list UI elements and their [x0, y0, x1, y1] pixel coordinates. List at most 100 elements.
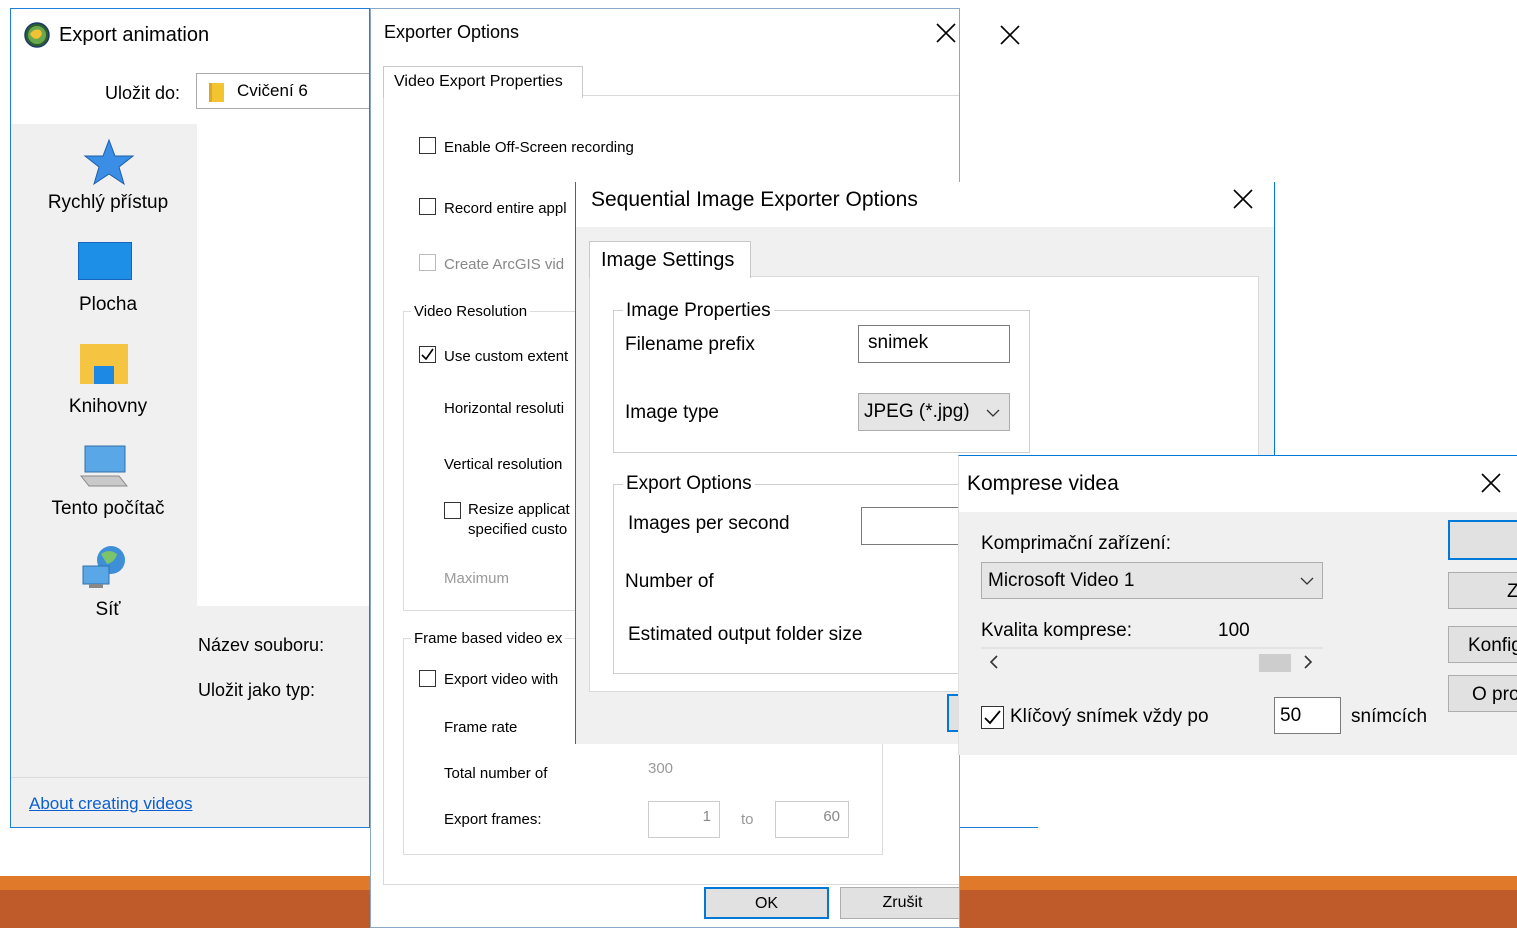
- maximum-label: Maximum: [444, 570, 510, 587]
- enable-offscreen-label: Enable Off-Screen recording: [444, 139, 634, 156]
- tab-label: Video Export Properties: [394, 73, 563, 90]
- use-custom-extent-label: Use custom extent: [444, 348, 569, 365]
- close-icon[interactable]: [1480, 472, 1502, 494]
- keyframe-checkbox[interactable]: [981, 706, 1004, 729]
- export-video-with-checkbox[interactable]: [419, 670, 436, 687]
- configure-label: Konfig: [1468, 635, 1517, 656]
- places-sidebar: Rychlý přístup Plocha Knihovny Tento poč…: [23, 124, 195, 757]
- create-arcgis-checkbox[interactable]: [419, 254, 436, 271]
- slider-thumb[interactable]: [1259, 654, 1291, 672]
- arcgis-globe-icon: [24, 22, 50, 48]
- number-of-label: Number of: [625, 571, 714, 592]
- prefix-value: snimek: [868, 332, 929, 353]
- keyframe-unit: snímcích: [1351, 706, 1428, 727]
- dialog-title: Komprese videa: [967, 472, 1119, 495]
- export-from-field[interactable]: 1: [648, 801, 720, 838]
- nav-libraries[interactable]: Knihovny: [23, 396, 193, 418]
- chevron-down-icon: [986, 409, 1000, 417]
- dialog-title: Export animation: [59, 24, 210, 46]
- about-creating-videos-link[interactable]: About creating videos: [29, 794, 193, 814]
- library-folder-icon: [80, 344, 128, 384]
- total-number-label: Total number of: [444, 765, 548, 782]
- video-resolution-label: Video Resolution: [411, 303, 531, 320]
- type-value: JPEG (*.jpg): [864, 401, 970, 422]
- tab-video-export-properties[interactable]: Video Export Properties: [383, 66, 583, 98]
- device-select[interactable]: Microsoft Video 1: [981, 562, 1323, 599]
- divider: [11, 777, 369, 778]
- quality-slider[interactable]: [981, 646, 1323, 678]
- keyframe-input[interactable]: 50: [1274, 697, 1341, 734]
- vertical-resolution-label: Vertical resolution: [444, 456, 563, 473]
- tab-label: Image Settings: [601, 249, 735, 271]
- export-to-field[interactable]: 60: [775, 801, 849, 838]
- device-label: Komprimační zařízení:: [981, 533, 1172, 554]
- desktop-icon: [78, 242, 132, 280]
- ok-button[interactable]: [1448, 520, 1517, 560]
- chevron-down-icon: [1300, 577, 1314, 585]
- export-animation-dialog: Export animation Uložit do: Cvičení 6 Ry…: [10, 8, 370, 828]
- configure-button[interactable]: Konfig: [1448, 626, 1517, 663]
- cancel-button[interactable]: Z: [1448, 572, 1517, 609]
- enable-offscreen-checkbox[interactable]: [419, 137, 436, 154]
- cancel-label: Zrušit: [882, 894, 923, 911]
- quality-label: Kvalita komprese:: [981, 620, 1133, 641]
- filename-prefix-label: Filename prefix: [625, 334, 755, 355]
- close-icon[interactable]: [999, 24, 1021, 46]
- device-value: Microsoft Video 1: [988, 570, 1135, 591]
- keyframe-label: Klíčový snímek vždy po: [1010, 706, 1209, 727]
- resize-application-checkbox[interactable]: [444, 502, 461, 519]
- estimated-size-label: Estimated output folder size: [628, 624, 863, 645]
- dialog-title: Exporter Options: [384, 22, 520, 42]
- tab-image-settings[interactable]: Image Settings: [589, 241, 751, 278]
- save-in-label: Uložit do:: [105, 83, 181, 103]
- frame-based-label: Frame based video ex: [411, 630, 566, 647]
- close-icon[interactable]: [935, 22, 957, 44]
- ok-label: OK: [754, 895, 779, 912]
- nav-desktop[interactable]: Plocha: [23, 294, 193, 316]
- image-type-label: Image type: [625, 402, 719, 423]
- export-video-with-label: Export video with: [444, 671, 559, 688]
- cancel-label: Z: [1507, 581, 1517, 603]
- record-entire-label: Record entire appl: [444, 200, 567, 217]
- star-icon: [83, 138, 135, 186]
- image-properties-label: Image Properties: [623, 300, 774, 322]
- scroll-left-icon[interactable]: [989, 655, 999, 669]
- video-compression-dialog: Komprese videa Komprimační zařízení: Mic…: [958, 455, 1517, 755]
- image-type-select[interactable]: JPEG (*.jpg): [858, 393, 1010, 431]
- nav-quick-access[interactable]: Rychlý přístup: [23, 192, 193, 214]
- save-in-value: Cvičení 6: [237, 81, 308, 100]
- resize-application-label-1: Resize applicat: [468, 501, 570, 518]
- slider-track: [981, 647, 1323, 649]
- record-entire-checkbox[interactable]: [419, 198, 436, 215]
- total-number-value: 300: [648, 760, 674, 777]
- cancel-button[interactable]: Zrušit: [840, 887, 959, 919]
- from-value: 1: [702, 808, 711, 825]
- folder-icon: [209, 83, 224, 102]
- export-frames-label: Export frames:: [444, 811, 542, 828]
- nav-network[interactable]: Síť: [23, 599, 193, 621]
- to-value: 60: [823, 808, 840, 825]
- about-button[interactable]: O pro: [1448, 675, 1517, 712]
- file-list[interactable]: [197, 124, 369, 606]
- frame-rate-label: Frame rate: [444, 719, 518, 736]
- filename-label: Název souboru:: [198, 635, 325, 655]
- dialog-title: Sequential Image Exporter Options: [591, 188, 918, 211]
- scroll-right-icon[interactable]: [1303, 655, 1313, 669]
- about-label: O pro: [1472, 684, 1517, 705]
- save-in-dropdown[interactable]: Cvičení 6: [196, 73, 369, 109]
- filename-prefix-input[interactable]: snimek: [858, 325, 1010, 363]
- close-icon[interactable]: [1232, 188, 1254, 210]
- to-label: to: [741, 811, 754, 828]
- computer-icon: [79, 445, 129, 487]
- images-per-second-label: Images per second: [628, 513, 790, 534]
- resize-application-label-2: specified custo: [468, 521, 568, 538]
- quality-value: 100: [1218, 620, 1250, 641]
- create-arcgis-label: Create ArcGIS vid: [444, 256, 565, 273]
- use-custom-extent-checkbox[interactable]: [419, 346, 436, 363]
- ok-button[interactable]: OK: [704, 887, 829, 919]
- save-as-type-label: Uložit jako typ:: [198, 680, 316, 700]
- export-options-label: Export Options: [623, 473, 755, 495]
- keyframe-value: 50: [1280, 705, 1302, 726]
- horizontal-resolution-label: Horizontal resoluti: [444, 400, 565, 417]
- nav-this-pc[interactable]: Tento počítač: [23, 498, 193, 520]
